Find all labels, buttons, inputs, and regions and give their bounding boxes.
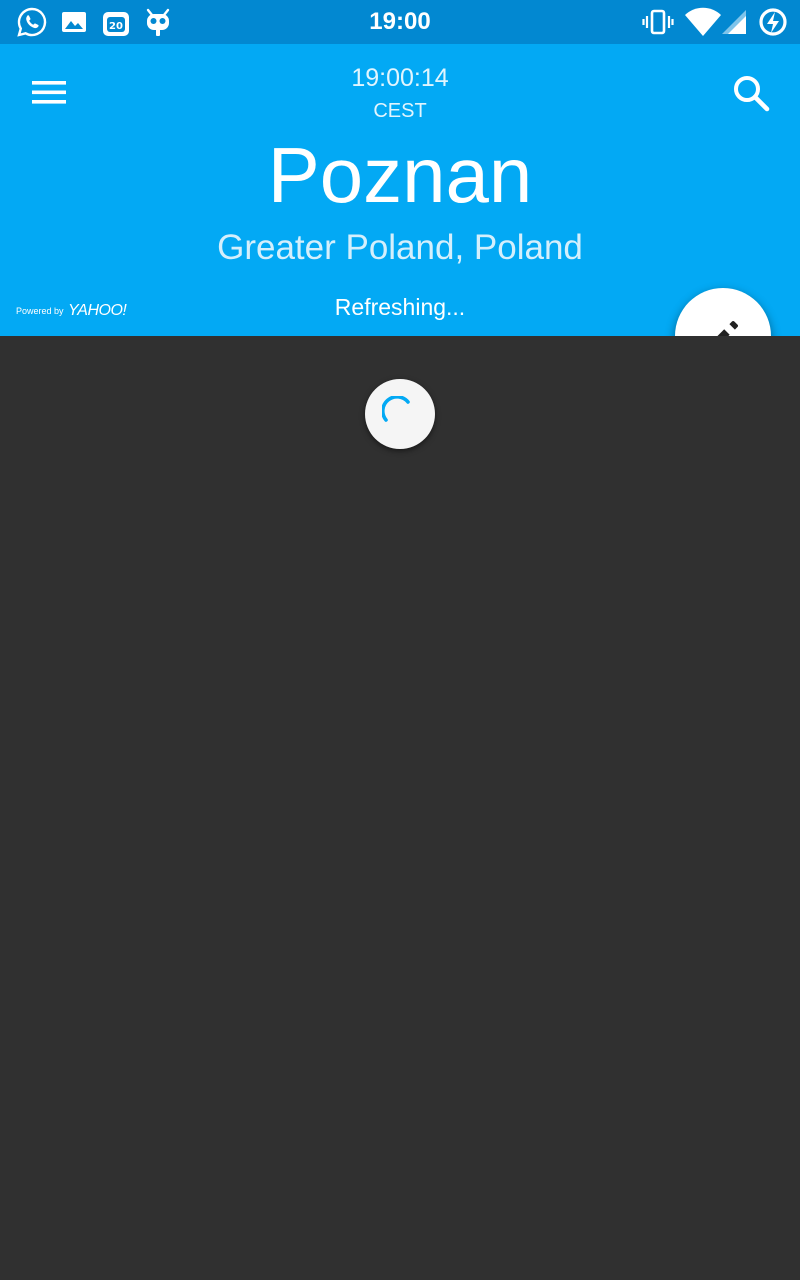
signal-icon [718,6,750,38]
location-header: 19:00:14 CEST Poznan Greater Poland, Pol… [0,44,800,336]
wifi-icon [684,6,722,38]
status-bar-clock: 19:00 [369,8,431,35]
search-button[interactable] [726,68,778,120]
loading-spinner-icon [382,396,410,422]
search-icon [734,76,770,112]
status-bar: 20 19:00 [0,0,800,44]
vibrate-icon [642,6,674,38]
city-name: Poznan [267,131,533,219]
region-name: Greater Poland, Poland [217,228,583,267]
battery-charging-icon [757,6,789,38]
timezone-label: CEST [373,100,427,122]
pull-to-refresh-spinner [365,379,435,449]
weather-content-area [0,336,800,1280]
local-time: 19:00:14 [351,64,449,92]
